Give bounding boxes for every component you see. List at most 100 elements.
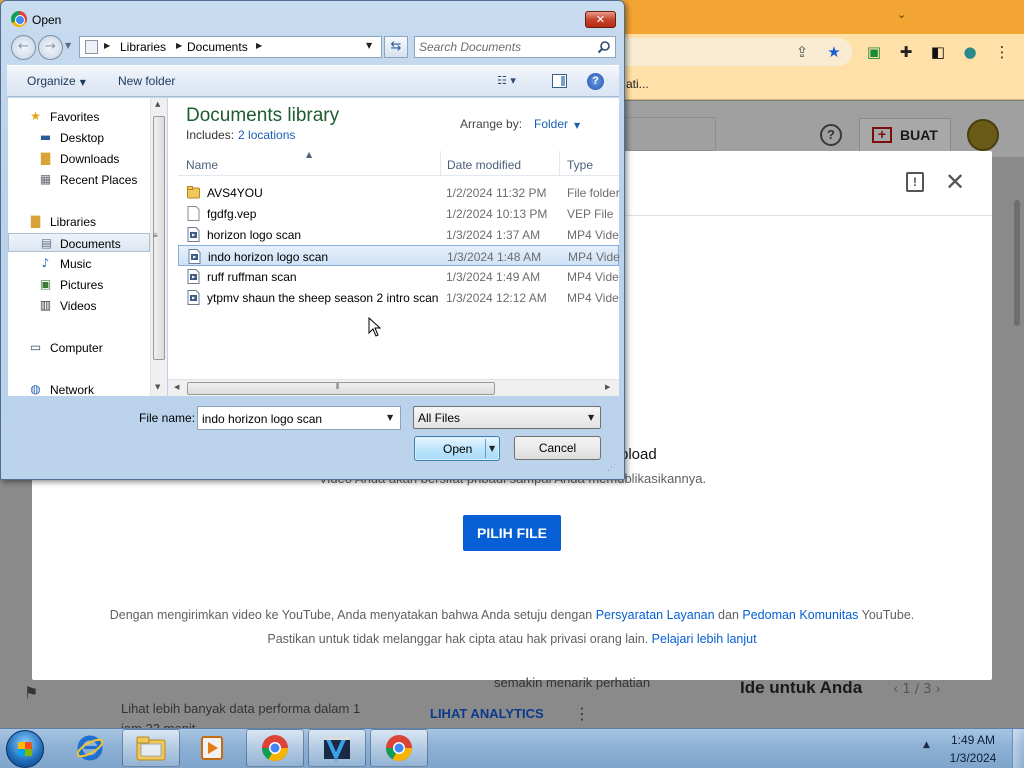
tab-search-chevron-icon[interactable]: ⌄: [897, 8, 906, 21]
side-panel-icon[interactable]: ◧: [928, 42, 948, 62]
column-name[interactable]: Name: [186, 158, 218, 172]
ideas-pager[interactable]: ‹ 1 / 3 ›: [893, 682, 941, 697]
nav-item-music[interactable]: ♪ Music: [8, 254, 150, 273]
taskbar-item-chrome-2[interactable]: [370, 729, 428, 767]
taskbar-item-internet-explorer[interactable]: [72, 731, 108, 765]
organize-menu[interactable]: Organize ▼: [27, 74, 86, 88]
address-history-chevron-icon[interactable]: ▼: [366, 41, 372, 50]
file-name: indo horizon logo scan: [208, 250, 329, 264]
refresh-icon[interactable]: ⇆: [384, 36, 408, 58]
help-icon[interactable]: ?: [820, 124, 842, 146]
nav-item-downloads[interactable]: ▇ Downloads: [8, 149, 150, 168]
clock-date[interactable]: 1/3/2024: [946, 751, 1000, 765]
open-button[interactable]: Open ▼: [414, 436, 500, 461]
profile-avatar-icon[interactable]: ●: [960, 42, 980, 62]
open-options-chevron-icon[interactable]: ▼: [489, 444, 495, 453]
video-file-icon: [187, 227, 200, 242]
file-row[interactable]: ytpmv shaun the sheep season 2 intro sca…: [178, 287, 619, 308]
clock-time[interactable]: 1:49 AM: [946, 733, 1000, 747]
search-input[interactable]: [419, 39, 589, 55]
breadcrumb-item-documents[interactable]: Documents: [187, 40, 248, 54]
taskbar-item-video-editor[interactable]: [308, 729, 366, 767]
taskbar-item-chrome[interactable]: [246, 729, 304, 767]
page-scrollbar[interactable]: [1014, 200, 1020, 326]
column-divider[interactable]: [559, 151, 560, 176]
extension-icon[interactable]: ▣: [864, 42, 884, 62]
scroll-down-icon[interactable]: ▼: [155, 383, 160, 391]
back-button[interactable]: ←: [11, 35, 36, 60]
file-row[interactable]: fgdfg.vep 1/2/2024 10:13 PM VEP File: [178, 203, 619, 224]
scroll-right-icon[interactable]: ▶: [605, 383, 610, 391]
taskbar-item-media-player[interactable]: [194, 731, 230, 765]
privacy-text-body: Pastikan untuk tidak melanggar hak cipta…: [267, 632, 652, 646]
start-button[interactable]: [6, 730, 44, 768]
search-field[interactable]: [414, 36, 616, 58]
column-date-modified[interactable]: Date modified: [447, 158, 521, 172]
extensions-puzzle-icon[interactable]: ✚: [896, 42, 916, 62]
preview-pane-icon[interactable]: [552, 74, 567, 88]
breadcrumb-item-libraries[interactable]: Libraries: [120, 40, 166, 54]
column-type[interactable]: Type: [567, 158, 593, 172]
more-options-icon[interactable]: ⋮: [574, 704, 590, 723]
locations-link[interactable]: 2 locations: [238, 128, 295, 142]
nav-item-videos[interactable]: ▥ Videos: [8, 296, 150, 315]
file-name-input[interactable]: [202, 411, 380, 427]
nav-item-documents[interactable]: ▤ Documents: [8, 233, 150, 252]
browser-menu-icon[interactable]: ⋮: [992, 42, 1012, 62]
bookmark-item[interactable]: ati...: [626, 77, 649, 91]
navigation-scrollbar[interactable]: ▲ ≡ ▼: [150, 98, 167, 396]
chevron-down-icon: ▼: [574, 121, 581, 130]
horizontal-scrollbar[interactable]: ◀ ⦀ ▶: [168, 379, 619, 396]
change-view-icon[interactable]: ☷ ▾: [497, 74, 516, 87]
nav-item-libraries[interactable]: ▇ Libraries: [8, 212, 150, 231]
show-hidden-icons-icon[interactable]: ▲: [923, 740, 930, 750]
terms-of-service-link[interactable]: Persyaratan Layanan: [596, 608, 715, 622]
learn-more-link[interactable]: Pelajari lebih lanjut: [652, 632, 757, 646]
studio-search-box[interactable]: [620, 117, 716, 151]
dialog-close-button[interactable]: ✕: [585, 11, 616, 28]
community-guidelines-link[interactable]: Pedoman Komunitas: [742, 608, 858, 622]
view-analytics-link[interactable]: LIHAT ANALYTICS: [430, 706, 544, 721]
search-icon[interactable]: [597, 40, 611, 54]
resize-grip-icon[interactable]: ⋰: [607, 463, 616, 473]
create-button[interactable]: + BUAT: [859, 118, 951, 152]
arrange-by-dropdown[interactable]: Folder ▼: [534, 117, 580, 131]
taskbar-item-explorer[interactable]: [122, 729, 180, 767]
file-row[interactable]: ruff ruffman scan 1/3/2024 1:49 AM MP4 Vid…: [178, 266, 619, 287]
ideas-title: Ide untuk Anda: [740, 678, 863, 697]
avatar[interactable]: [967, 119, 999, 151]
dialog-title: Open: [32, 13, 62, 27]
breadcrumb-chevron-icon[interactable]: ▶: [256, 41, 262, 50]
file-row[interactable]: indo horizon logo scan 1/3/2024 1:48 AM MP…: [178, 245, 620, 266]
forward-button[interactable]: →: [38, 35, 63, 60]
nav-item-desktop[interactable]: ▬ Desktop: [8, 128, 150, 147]
breadcrumb-chevron-icon[interactable]: ▶: [176, 41, 182, 50]
chevron-down-icon[interactable]: ▼: [387, 413, 393, 422]
nav-item-pictures[interactable]: ▣ Pictures: [8, 275, 150, 294]
nav-item-recent-places[interactable]: ▦ Recent Places: [8, 170, 150, 189]
scroll-left-icon[interactable]: ◀: [174, 383, 179, 391]
file-row[interactable]: AVS4YOU 1/2/2024 11:32 PM File folder: [178, 182, 620, 203]
file-name-combobox[interactable]: ▼: [197, 406, 401, 430]
nav-item-favorites[interactable]: ★ Favorites: [8, 107, 150, 126]
show-desktop-button[interactable]: [1012, 729, 1024, 768]
scroll-up-icon[interactable]: ▲: [155, 100, 160, 108]
file-type-filter[interactable]: All Files ▼: [413, 406, 601, 429]
select-files-button[interactable]: PILIH FILE: [463, 515, 561, 551]
feedback-icon[interactable]: ⚑: [24, 683, 46, 705]
scrollbar-thumb[interactable]: [187, 382, 495, 395]
share-icon[interactable]: ⇪: [792, 42, 812, 62]
breadcrumb-chevron-icon[interactable]: ▶: [104, 41, 110, 50]
close-icon[interactable]: ✕: [945, 170, 967, 194]
help-icon[interactable]: ?: [587, 73, 604, 90]
cancel-button[interactable]: Cancel: [514, 436, 601, 460]
file-row[interactable]: horizon logo scan 1/3/2024 1:37 AM MP4 Vid…: [178, 224, 619, 245]
column-divider[interactable]: [440, 151, 441, 176]
breadcrumb[interactable]: ▶ Libraries ▶ Documents ▶ ▼: [79, 36, 382, 58]
recent-locations-chevron-icon[interactable]: ▼: [65, 41, 71, 50]
bookmark-star-icon[interactable]: ★: [824, 42, 844, 62]
new-folder-button[interactable]: New folder: [118, 74, 175, 88]
nav-item-computer[interactable]: ▭ Computer: [8, 338, 150, 357]
report-icon[interactable]: !: [906, 172, 924, 192]
nav-item-network[interactable]: ◍ Network: [8, 380, 150, 397]
